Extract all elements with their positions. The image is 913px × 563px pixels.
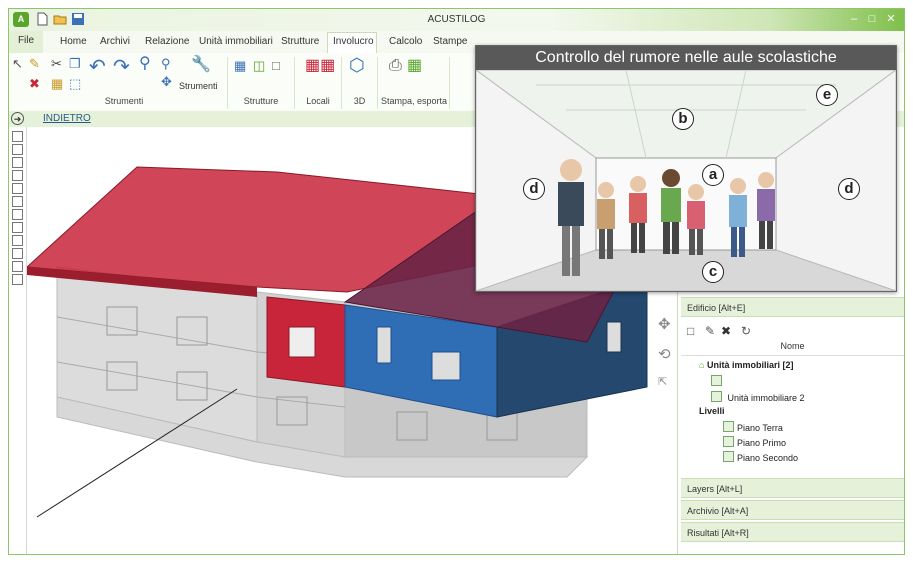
layer-checkbox[interactable] xyxy=(12,183,23,194)
label-c: c xyxy=(702,261,724,283)
tree-toolbar: □ ✎ ✖ ↻ xyxy=(681,323,904,339)
back-link[interactable]: INDIETRO xyxy=(43,113,91,124)
layer-checkbox[interactable] xyxy=(12,248,23,259)
tab-unita-immobiliari[interactable]: Unità immobiliari xyxy=(199,36,273,47)
select-area-icon[interactable]: ⬚ xyxy=(69,77,81,91)
layer-checkbox[interactable] xyxy=(12,170,23,181)
3d-cube-icon[interactable]: ⬡ xyxy=(349,56,365,74)
tree-column-header: Nome xyxy=(681,341,904,356)
new-item-icon[interactable]: □ xyxy=(687,324,694,338)
copy-icon[interactable]: ❐ xyxy=(69,57,81,71)
print-icon[interactable]: ⎙ xyxy=(389,58,402,74)
delete-item-icon[interactable]: ✖ xyxy=(721,324,731,338)
tree-node-level[interactable]: Piano Terra xyxy=(723,421,783,433)
level-label: Piano Terra xyxy=(737,423,783,433)
level-label: Piano Secondo xyxy=(737,453,799,463)
archivio-panel-header[interactable]: Archivio [Alt+A] xyxy=(681,500,904,520)
edit-item-icon[interactable]: ✎ xyxy=(705,324,715,338)
unit-icon xyxy=(711,391,722,402)
label-d-right: d xyxy=(838,178,860,200)
tab-involucro[interactable]: Involucro xyxy=(333,36,374,47)
label-e: e xyxy=(816,84,838,106)
rotate-view-icon[interactable]: ⟲ xyxy=(658,345,671,363)
layer-checkbox[interactable] xyxy=(12,274,23,285)
tab-relazione[interactable]: Relazione xyxy=(145,36,189,47)
group-label-strumenti: Strumenti xyxy=(104,96,144,106)
tree-node-level[interactable]: Piano Secondo xyxy=(723,451,798,463)
rooms-icon[interactable]: ▦▦ xyxy=(305,58,335,74)
redo-icon[interactable]: ↷ xyxy=(113,57,130,77)
level-icon xyxy=(723,451,734,462)
window-structure-icon[interactable]: □ xyxy=(272,59,280,73)
label-d-left: d xyxy=(523,178,545,200)
strumenti-button-label[interactable]: Strumenti xyxy=(179,81,218,91)
undo-icon[interactable]: ↶ xyxy=(89,57,106,77)
home-icon: ⌂ xyxy=(699,360,705,370)
tab-file[interactable]: File xyxy=(9,31,43,53)
window-title: ACUSTILOG xyxy=(427,14,486,25)
pencil-icon[interactable]: ✎ xyxy=(29,57,40,71)
layer-checkbox[interactable] xyxy=(12,261,23,272)
forward-arrow-icon[interactable]: ➜ xyxy=(11,112,24,125)
tab-home[interactable]: Home xyxy=(60,36,87,47)
layer-checkbox[interactable] xyxy=(12,235,23,246)
layer-checkbox[interactable] xyxy=(12,196,23,207)
export-icon[interactable]: ▦ xyxy=(407,58,422,74)
group-label-strutture: Strutture xyxy=(243,96,279,106)
delete-icon[interactable]: ✖ xyxy=(29,77,40,91)
ribbon-separator xyxy=(227,57,228,109)
label-a: a xyxy=(702,164,724,186)
ribbon-separator xyxy=(341,57,342,109)
close-button[interactable]: ✕ xyxy=(879,11,903,28)
zoom-window-icon[interactable]: ⚲ xyxy=(161,57,171,71)
label-b: b xyxy=(672,108,694,130)
layer-checkbox[interactable] xyxy=(12,209,23,220)
overlay-title: Controllo del rumore nelle aule scolasti… xyxy=(476,46,896,70)
pointer-icon[interactable]: ↖ xyxy=(12,57,23,71)
tree-node-unit-2[interactable]: Unità immobiliare 2 xyxy=(711,391,805,403)
tools-icon[interactable]: 🔧 xyxy=(191,57,211,73)
group-label-3d: 3D xyxy=(353,96,366,106)
wall-structure-icon[interactable]: ▦ xyxy=(234,59,246,73)
edificio-panel-header[interactable]: Edificio [Alt+E] xyxy=(681,297,904,317)
cut-icon[interactable]: ✂ xyxy=(51,57,62,71)
layers-panel-header[interactable]: Layers [Alt+L] xyxy=(681,478,904,498)
tree-node-level[interactable]: Piano Primo xyxy=(723,436,786,448)
unit-icon xyxy=(711,375,722,386)
layer-checkbox[interactable] xyxy=(12,157,23,168)
classroom-illustration-overlay: Controllo del rumore nelle aule scolasti… xyxy=(475,45,897,292)
layer-checkbox[interactable] xyxy=(12,131,23,142)
group-label-locali: Locali xyxy=(306,96,330,106)
units-label: Unità immobiliari [2] xyxy=(706,360,794,370)
level-icon xyxy=(723,421,734,432)
tab-stampe[interactable]: Stampe xyxy=(433,36,467,47)
tree-node-levels[interactable]: Livelli xyxy=(699,406,725,416)
layer-checkbox-column xyxy=(9,127,27,554)
tree-node-unit-1[interactable] xyxy=(711,375,725,387)
unit-2-label: Unità immobiliare 2 xyxy=(727,393,805,403)
zoom-icon[interactable]: ⚲ xyxy=(139,56,151,72)
ribbon-separator xyxy=(449,57,450,109)
ribbon-separator xyxy=(294,57,295,109)
tree-node-units[interactable]: ⌂ Unità immobiliari [2] xyxy=(699,360,793,370)
pan-icon[interactable]: ✥ xyxy=(161,75,172,89)
tab-strutture[interactable]: Strutture xyxy=(281,36,319,47)
group-label-stampa: Stampa, esporta xyxy=(380,96,448,106)
pan-view-icon[interactable]: ✥ xyxy=(658,315,671,333)
refresh-icon[interactable]: ↻ xyxy=(741,324,751,338)
layer-checkbox[interactable] xyxy=(12,144,23,155)
layer-checkbox[interactable] xyxy=(12,222,23,233)
level-label: Piano Primo xyxy=(737,438,787,448)
tab-calcolo[interactable]: Calcolo xyxy=(389,36,422,47)
floor-structure-icon[interactable]: ◫ xyxy=(253,59,265,73)
tab-archivi[interactable]: Archivi xyxy=(100,36,130,47)
fit-view-icon[interactable]: ⇱ xyxy=(658,375,667,388)
risultati-panel-header[interactable]: Risultati [Alt+R] xyxy=(681,522,904,542)
paste-icon[interactable]: ▦ xyxy=(51,77,63,91)
level-icon xyxy=(723,436,734,447)
ribbon-separator xyxy=(377,57,378,109)
title-bar: A ACUSTILOG – □ ✕ xyxy=(9,9,904,31)
